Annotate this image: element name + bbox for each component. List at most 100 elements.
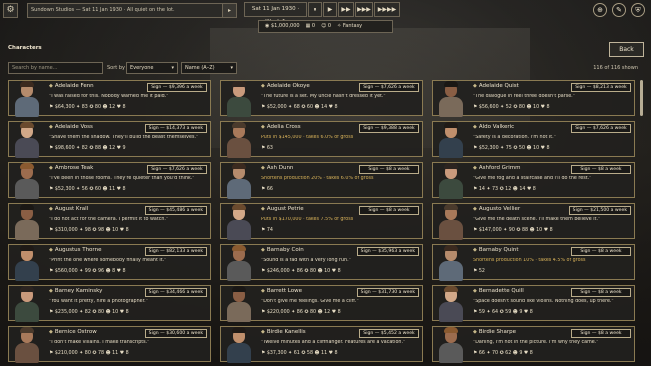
speed-1-button[interactable]: ▶: [323, 2, 337, 17]
character-stats: ⚑ $52,000 ✦ 68 ✪ 60 ☻ 14 ♥ 8: [261, 105, 338, 110]
character-card[interactable]: ◆ Birdie Sharpe Sign — $8 a week "Darling…: [432, 326, 635, 363]
avatar-body: [227, 97, 251, 117]
sign-button[interactable]: Sign — $9,396 a week: [147, 83, 207, 92]
ticker-expand-button[interactable]: ▸: [222, 3, 237, 18]
character-name-text: Birdie Sharpe: [478, 329, 516, 335]
character-name: ◆ Augustus Thorne: [49, 247, 101, 253]
avatar-hair: [20, 122, 34, 128]
character-stats: ⚑ 74: [261, 228, 273, 233]
sign-button[interactable]: Sign — $8,213 a week: [571, 83, 631, 92]
character-card[interactable]: ◆ Bernadette Quill Sign — $8 a week "Spac…: [432, 285, 635, 322]
character-card[interactable]: ◆ Birdie Kanellis Sign — $5,452 a week "T…: [220, 326, 423, 363]
character-info: ◆ Barnaby Coin Sign — $35,963 a week "Sou…: [261, 245, 421, 281]
character-name-text: August Petrie: [266, 206, 304, 212]
date-display: Sat 11 Jan 1930 · Week 1: [244, 2, 307, 25]
avatar-hair: [20, 286, 34, 292]
avatar-hair: [20, 327, 34, 333]
character-name: ◆ Adelaide Okoye: [261, 83, 310, 89]
character-quote: "Twelve minutes and a cliffhanger. Featu…: [261, 340, 406, 345]
sign-button[interactable]: Sign — $8 a week: [571, 165, 631, 174]
speed-3-button[interactable]: ▶▶▶: [355, 2, 373, 17]
sign-button[interactable]: Sign — $7,626 a week: [359, 83, 419, 92]
script-icon[interactable]: ✎: [612, 3, 626, 17]
sign-button[interactable]: Sign — $82,133 a week: [144, 247, 207, 256]
sign-button[interactable]: Sign — $34,466 a week: [144, 288, 207, 297]
character-stats: ⚑ $64,300 ✦ 83 ✪ 80 ☻ 12 ♥ 8: [49, 105, 126, 110]
scrollbar-thumb[interactable]: [640, 80, 643, 116]
character-name-text: Barnaby Quint: [478, 247, 519, 253]
studio-emblem-icon[interactable]: ⊕: [593, 3, 607, 17]
character-card[interactable]: ◆ Barnaby Coin Sign — $35,963 a week "Sou…: [220, 244, 423, 281]
shield-icon[interactable]: ⛨: [631, 3, 645, 17]
character-card[interactable]: ◆ Bernice Ostrow Sign — $30,600 a week "I…: [8, 326, 211, 363]
character-card[interactable]: ◆ Barnaby Quint Sign — $8 a week Shortens…: [432, 244, 635, 281]
studio-stats: ◉ $1,000,000 ▦ 0 ☺ 0 ✧ Fantasy: [258, 20, 393, 33]
character-stats: ⚑ 66: [261, 187, 273, 192]
character-info: ◆ Birdie Kanellis Sign — $5,452 a week "T…: [261, 327, 421, 363]
sign-button[interactable]: Sign — $8 a week: [571, 247, 631, 256]
character-card[interactable]: ◆ August Petrie Sign — $8 a week Puts in …: [220, 202, 423, 242]
character-card[interactable]: ◆ Aldo Valkeric Sign — $7,626 a week "Saf…: [432, 121, 635, 158]
character-card[interactable]: ◆ Barney Kaminsky Sign — $34,466 a week "…: [8, 285, 211, 322]
sign-button[interactable]: Sign — $8 a week: [571, 329, 631, 338]
character-name: ◆ Birdie Kanellis: [261, 329, 306, 335]
character-card[interactable]: ◆ Adelaide Quist Sign — $8,213 a week "Th…: [432, 80, 635, 117]
role-icon: ◆: [49, 329, 53, 335]
character-card[interactable]: ◆ Ash Dunn Sign — $8 a week Shortens prod…: [220, 161, 423, 201]
avatar-body: [227, 138, 251, 158]
character-name-text: Adelaide Quist: [478, 83, 519, 89]
character-card[interactable]: ◆ Augusto Vellier Sign — $21,500 a week "…: [432, 203, 635, 240]
sign-button[interactable]: Sign — $35,963 a week: [356, 247, 419, 256]
character-info: ◆ Bernice Ostrow Sign — $30,600 a week "I…: [49, 327, 209, 363]
back-button[interactable]: Back: [609, 42, 644, 57]
character-name: ◆ Ash Dunn: [261, 165, 293, 171]
character-stats: ⚑ $220,000 ✦ 86 ✪ 80 ☻ 12 ♥ 8: [261, 310, 341, 315]
speed-4-button[interactable]: ▶▶▶▶: [374, 2, 400, 17]
character-quote: Puts in $145,000 · takes 6.0% of gross: [261, 135, 354, 140]
sign-button[interactable]: Sign — $7,626 a week: [571, 124, 631, 133]
character-card[interactable]: ◆ Adelaide Voss Sign — $14,373 a week "Sh…: [8, 121, 211, 158]
avatar: [221, 202, 257, 242]
role-icon: ◆: [49, 83, 53, 89]
sign-button[interactable]: Sign — $8 a week: [359, 206, 419, 215]
character-name: ◆ Barnaby Coin: [261, 247, 304, 253]
character-card[interactable]: ◆ Adelaide Fenn Sign — $9,396 a week "I w…: [8, 80, 211, 117]
sign-button[interactable]: Sign — $7,626 a week: [147, 165, 207, 174]
character-card[interactable]: ◆ Barrett Lowe Sign — $31,730 a week "Don…: [220, 285, 423, 322]
avatar: [221, 120, 257, 160]
sign-button[interactable]: Sign — $45,486 a week: [144, 206, 207, 215]
staff-stat: ☺ 0: [321, 23, 332, 29]
sign-button[interactable]: Sign — $5,452 a week: [359, 329, 419, 338]
avatar-body: [15, 302, 39, 322]
sign-button[interactable]: Sign — $21,500 a week: [568, 206, 631, 215]
sign-button[interactable]: Sign — $8 a week: [571, 288, 631, 297]
character-card[interactable]: ◆ Ashford Grimm Sign — $8 a week "Give me…: [432, 162, 635, 199]
character-stats: ⚑ $56,600 ✦ 52 ✪ 80 ☻ 10 ♥ 8: [473, 105, 550, 110]
search-input[interactable]: Search by name...: [8, 62, 103, 74]
filter-select[interactable]: Everyone ▾: [126, 62, 178, 74]
character-name-text: Ash Dunn: [266, 165, 294, 171]
sign-button[interactable]: Sign — $8 a week: [359, 165, 419, 174]
sort-select[interactable]: Name (A–Z) ▾: [181, 62, 237, 74]
top-bar: ⚙ Sundown Studios — Sat 11 Jan 1930 · Al…: [0, 0, 651, 33]
avatar-body: [15, 261, 39, 281]
character-card[interactable]: ◆ Adelia Cross Sign — $9,388 a week Puts …: [220, 120, 423, 160]
character-card[interactable]: ◆ Ambrose Teak Sign — $7,626 a week "I've…: [8, 162, 211, 199]
character-name: ◆ Augusto Vellier: [473, 206, 520, 212]
speed-pause-button[interactable]: ⏸: [308, 2, 322, 17]
character-info: ◆ Adelia Cross Sign — $9,388 a week Puts …: [261, 122, 421, 158]
filter-bar: Search by name... Sort by Everyone ▾ Name…: [8, 62, 638, 75]
sign-button[interactable]: Sign — $31,730 a week: [356, 288, 419, 297]
character-quote: Shortens production 10% · takes 4.5% of …: [473, 258, 586, 263]
menu-gear-icon[interactable]: ⚙: [3, 3, 18, 18]
character-card[interactable]: ◆ August Krall Sign — $45,486 a week "I d…: [8, 203, 211, 240]
character-card[interactable]: ◆ Augustus Thorne Sign — $82,133 a week "…: [8, 244, 211, 281]
sign-button[interactable]: Sign — $14,373 a week: [144, 124, 207, 133]
role-icon: ◆: [261, 247, 265, 253]
avatar: [221, 161, 257, 201]
speed-2-button[interactable]: ▶▶: [338, 2, 354, 17]
character-quote: "Give me the death scene. I'll make them…: [473, 217, 601, 222]
character-card[interactable]: ◆ Adelaide Okoye Sign — $7,626 a week "Th…: [220, 80, 423, 117]
sign-button[interactable]: Sign — $30,600 a week: [144, 329, 207, 338]
sign-button[interactable]: Sign — $9,388 a week: [359, 124, 419, 133]
